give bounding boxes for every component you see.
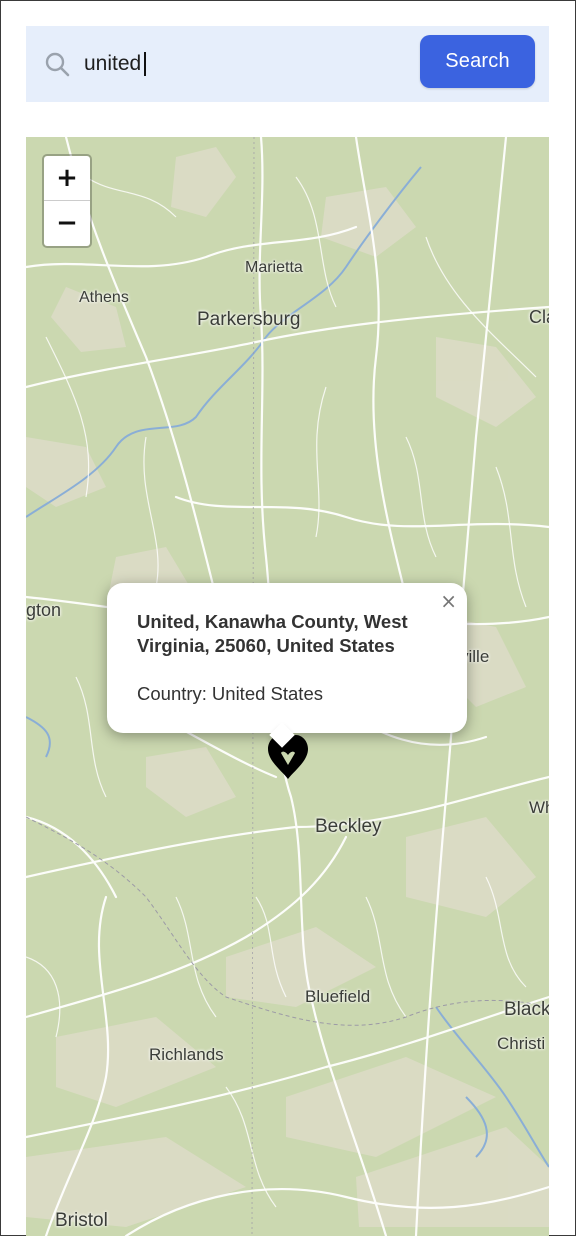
close-icon[interactable]: × <box>440 591 457 611</box>
search-icon <box>45 52 70 77</box>
place-label-beckley: Beckley <box>315 816 382 837</box>
country-label: Country: <box>137 683 207 704</box>
place-label-marietta: Marietta <box>245 259 303 276</box>
search-button[interactable]: Search <box>420 35 535 88</box>
zoom-out-button[interactable]: − <box>44 201 90 245</box>
place-label-huntington: gton <box>26 600 62 620</box>
search-bar: Search <box>26 26 549 102</box>
place-label-christiansburg: Christi <box>497 1034 546 1053</box>
search-input[interactable] <box>84 46 404 82</box>
place-label-bluefield: Bluefield <box>305 987 371 1006</box>
place-label-white-sulphur: Wh <box>529 798 549 817</box>
zoom-control: + − <box>42 154 92 248</box>
country-value: United States <box>211 683 323 704</box>
place-label-bristol: Bristol <box>55 1210 108 1231</box>
place-label-parkersburg: Parkersburg <box>197 309 301 330</box>
place-label-clarksburg: Cla <box>529 307 549 327</box>
zoom-in-button[interactable]: + <box>44 156 90 201</box>
location-popup: × United, Kanawha County, West Virginia,… <box>107 583 467 748</box>
place-label-richlands: Richlands <box>149 1045 224 1064</box>
text-caret <box>144 52 146 76</box>
popup-country: Country: United States <box>137 683 323 705</box>
place-label-blacksburg: Black <box>504 999 549 1020</box>
app-frame: Search <box>0 0 576 1236</box>
popup-title: United, Kanawha County, West Virginia, 2… <box>137 611 408 656</box>
map-view[interactable]: Marietta Athens Parkersburg Cla gton vil… <box>26 137 549 1236</box>
place-label-athens: Athens <box>79 289 129 306</box>
